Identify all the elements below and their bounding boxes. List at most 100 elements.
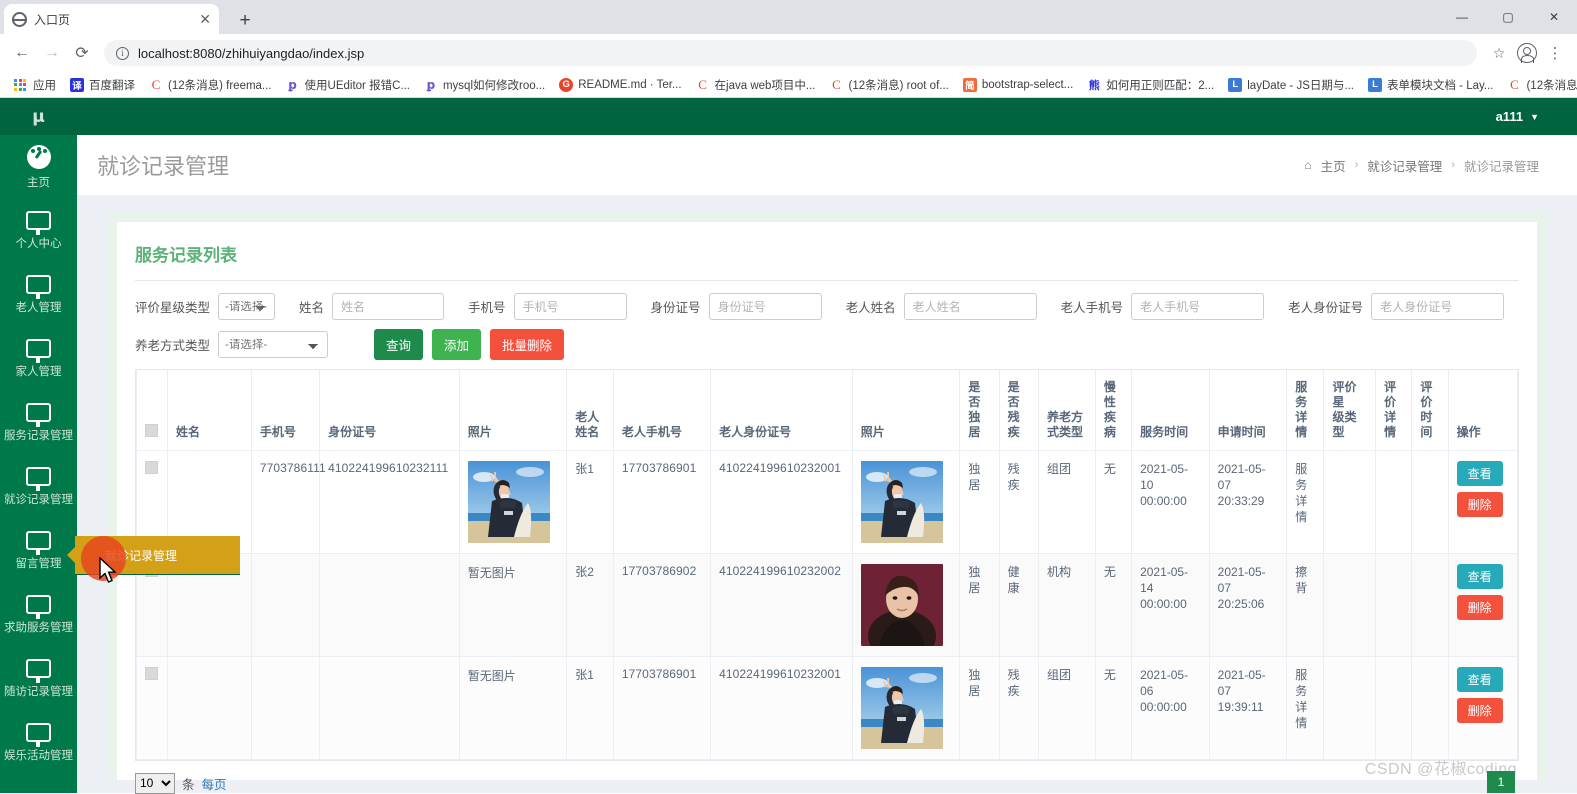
- sidebar-item-2[interactable]: 老人管理: [0, 263, 77, 327]
- row-checkbox[interactable]: [145, 460, 158, 474]
- csdn-icon: C: [695, 77, 710, 92]
- bookmark-item[interactable]: 熊如何用正则匹配：2...: [1080, 75, 1221, 95]
- elder-id-card-input[interactable]: [1371, 293, 1505, 320]
- new-tab-button[interactable]: +: [232, 7, 258, 33]
- back-icon[interactable]: ←: [8, 39, 36, 67]
- elder-phone-input[interactable]: [1131, 293, 1265, 320]
- forward-icon[interactable]: →: [38, 39, 66, 67]
- user-menu[interactable]: a111: [1496, 109, 1524, 124]
- cell-phone: 7703786111: [250, 449, 326, 554]
- sidebar-item-4[interactable]: 服务记录管理: [0, 391, 77, 455]
- sidebar-item-8[interactable]: 随访记录管理: [0, 647, 77, 711]
- bookmark-item[interactable]: C 在java web项目中...: [689, 75, 823, 95]
- bookmark-star-icon[interactable]: ☆: [1485, 39, 1513, 67]
- sidebar-item-0[interactable]: 主页: [0, 135, 77, 199]
- reload-icon[interactable]: ⟳: [68, 39, 96, 67]
- bookmark-item[interactable]: C (12条消息) root of...: [823, 75, 956, 95]
- photo-thumbnail[interactable]: [860, 563, 943, 646]
- browser-menu-icon[interactable]: ⋮: [1541, 39, 1569, 67]
- cell-phone: [250, 655, 321, 760]
- cell-alone: 独居: [959, 552, 1000, 657]
- window-minimize-button[interactable]: —: [1439, 0, 1485, 34]
- delete-button[interactable]: 删除: [1456, 491, 1503, 517]
- sidebar-item-label: 老人管理: [15, 302, 62, 314]
- info-icon[interactable]: i: [116, 46, 129, 60]
- select-all-checkbox[interactable]: [145, 423, 158, 437]
- sidebar-item-7[interactable]: 求助服务管理: [0, 583, 77, 647]
- breadcrumb-item-0[interactable]: 主页: [1321, 156, 1346, 175]
- table-head: 姓名 手机号 身份证号 照片 老人 姓名 老人手机号 老人身份证号 照片是 否 独 居是 否 …: [136, 370, 1518, 451]
- bookmark-item[interactable]: 简 bootstrap-select...: [956, 76, 1080, 94]
- cell-caretype: 机构: [1037, 552, 1096, 657]
- content-area: 服务记录列表 评价星级类型-请选择-姓名手机号身份证号老人姓名老人手机号老人身份…: [77, 195, 1577, 794]
- window-maximize-button[interactable]: ▢: [1485, 0, 1531, 34]
- breadcrumb-item-2: 就诊记录管理: [1463, 159, 1539, 174]
- address-bar[interactable]: i localhost:8080/zhihuiyangdao/index.jsp: [104, 40, 1477, 66]
- care-type-select-label: 养老方式类型: [135, 339, 211, 353]
- column-header-eidcard: 老人身份证号: [710, 370, 853, 451]
- bookmark-item[interactable]: 译百度翻译: [63, 75, 142, 95]
- chevron-down-icon[interactable]: ▼: [1530, 112, 1539, 122]
- home-icon[interactable]: ⌂: [1304, 158, 1311, 172]
- view-button[interactable]: 查看: [1456, 563, 1503, 589]
- cell-alone: 独居: [959, 655, 1000, 760]
- page-size-select[interactable]: 102050100: [135, 772, 175, 794]
- column-header-ephoto: 照片: [851, 370, 961, 451]
- sidebar-item-9[interactable]: 娱乐活动管理: [0, 711, 77, 775]
- cell-ratingtime: [1411, 655, 1449, 760]
- bookmark-label: (12条消息) 关于lay...: [1526, 79, 1577, 92]
- gitee-icon: G: [559, 77, 574, 92]
- bookmark-item[interactable]: 应用: [7, 75, 63, 95]
- sidebar-item-10[interactable]: [0, 775, 77, 793]
- sidebar-item-6[interactable]: 留言管理: [0, 519, 77, 583]
- bookmark-item[interactable]: L 表单模块文档 - Lay...: [1361, 75, 1501, 95]
- row-checkbox[interactable]: [145, 666, 158, 680]
- profile-avatar-icon[interactable]: [1517, 43, 1537, 63]
- sidebar-item-label: 留言管理: [15, 558, 62, 570]
- sidebar-item-1[interactable]: 个人中心: [0, 199, 77, 263]
- doc-icon: 简: [962, 77, 977, 92]
- photo-thumbnail[interactable]: [860, 666, 943, 749]
- cell-ratingdetail: [1375, 655, 1413, 760]
- breadcrumb-item-1[interactable]: 就诊记录管理: [1367, 156, 1442, 175]
- bookmark-item[interactable]: C (12条消息) freema...: [142, 75, 279, 95]
- column-header-servicedetail: 服 务 详 情: [1286, 370, 1325, 451]
- view-button[interactable]: 查看: [1456, 460, 1503, 486]
- add-button[interactable]: 添加: [432, 329, 482, 360]
- photo-thumbnail[interactable]: [467, 460, 550, 543]
- delete-button[interactable]: 删除: [1456, 697, 1503, 723]
- id-card-input[interactable]: [708, 293, 822, 320]
- window-close-button[interactable]: ✕: [1531, 0, 1577, 34]
- name-input[interactable]: [332, 293, 445, 320]
- pagination-perpage-link[interactable]: 每页: [202, 774, 227, 793]
- browser-tab[interactable]: 入口页 ✕: [4, 4, 219, 34]
- batch-delete-button[interactable]: 批量删除: [490, 329, 565, 360]
- photo-thumbnail[interactable]: [860, 460, 943, 543]
- sidebar-item-5[interactable]: 就诊记录管理: [0, 455, 77, 519]
- bookmark-item[interactable]: ꝑ 使用UEditor 报错C...: [279, 75, 417, 95]
- elder-name-input[interactable]: [903, 293, 1037, 320]
- bookmark-item[interactable]: ꝑ mysql如何修改roo...: [417, 75, 552, 95]
- bookmark-item[interactable]: LlayDate - JS日期与...: [1221, 75, 1361, 95]
- rating-level-type-select[interactable]: -请选择-: [218, 293, 276, 320]
- query-button[interactable]: 查询: [374, 329, 424, 360]
- page-title: 就诊记录管理: [97, 154, 230, 179]
- id-card-input-label: 身份证号: [650, 301, 701, 315]
- column-header-caretype: 养老方 式类型: [1037, 370, 1096, 451]
- sidebar-item-3[interactable]: 家人管理: [0, 327, 77, 391]
- phone-input[interactable]: [513, 293, 627, 320]
- bookmark-item[interactable]: G README.md · Ter...: [552, 76, 688, 94]
- table-row: 暂无图片 张2 17703786902 410224199610232002 独居 健康机…: [136, 552, 1518, 657]
- delete-button[interactable]: 删除: [1456, 594, 1503, 620]
- care-type-select[interactable]: -请选择-: [218, 331, 329, 358]
- view-button[interactable]: 查看: [1456, 666, 1503, 692]
- cell-ratingtype: [1323, 552, 1377, 657]
- cell-ratingdetail: [1375, 449, 1413, 554]
- monitor-icon: [26, 275, 51, 299]
- cell-ephone: 17703786901: [612, 449, 712, 554]
- sidebar-logo[interactable]: μ: [0, 98, 77, 135]
- cell-servicetime: 2021-05-10 00:00:00: [1131, 449, 1210, 554]
- bookmark-item[interactable]: C (12条消息) 关于lay...: [1500, 75, 1577, 95]
- close-icon[interactable]: ✕: [199, 12, 211, 26]
- cell-servicetime: 2021-05-06 00:00:00: [1131, 655, 1210, 760]
